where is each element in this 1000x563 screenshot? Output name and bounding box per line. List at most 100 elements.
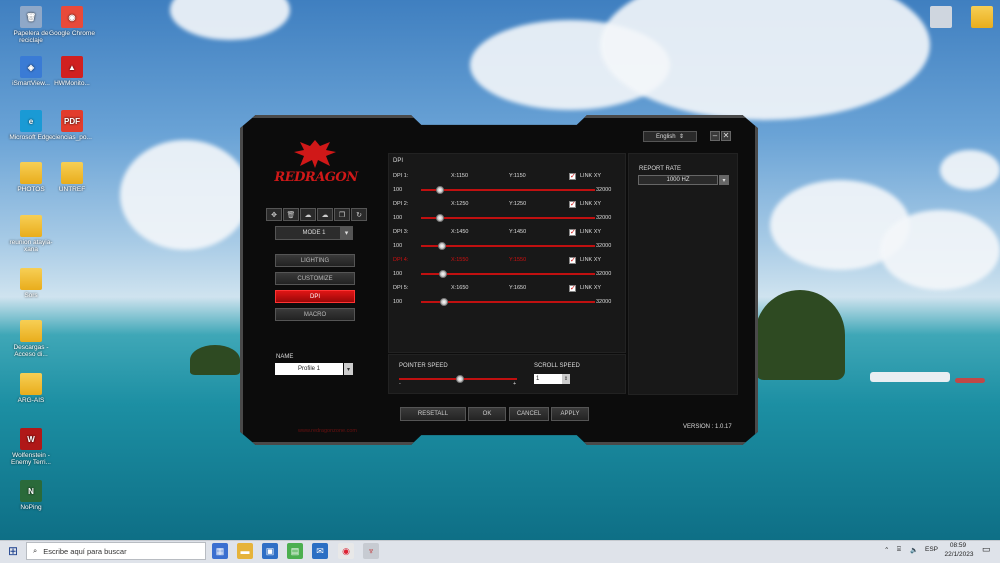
profile-toolbar: ✥ 🗑 ☁ ☁ ❐ ↻	[266, 208, 367, 221]
dpi-slider-knob[interactable]	[435, 186, 444, 194]
chevron-down-icon[interactable]: ▾	[340, 226, 353, 240]
windows-start-icon[interactable]: ⊞	[6, 544, 20, 558]
search-icon: ⌕	[33, 546, 38, 555]
minimize-icon[interactable]: –	[710, 131, 720, 141]
dpi-x-value: X:1150	[451, 173, 469, 179]
dpi-slider-track[interactable]	[421, 273, 595, 275]
profile-name-select[interactable]: Profile 1	[275, 363, 343, 375]
desktop-shortcut[interactable]: ▲ HWMonito...	[46, 56, 98, 87]
search-placeholder: Escribe aquí para buscar	[43, 546, 127, 556]
desktop-shortcut[interactable]: reunion atayia-xana	[5, 215, 57, 253]
chevron-down-icon[interactable]: ▾	[344, 363, 353, 375]
desktop-shortcut[interactable]: ◉ Google Chrome	[46, 6, 98, 37]
speed-panel	[388, 354, 626, 394]
dpi-row-label: DPI 3:	[393, 229, 409, 235]
link-xy-label: LINK XY	[580, 229, 602, 235]
icon-glyph: N	[28, 486, 34, 496]
link-xy-checkbox[interactable]: ✓	[569, 285, 576, 292]
scroll-speed-input[interactable]: 1	[534, 374, 562, 384]
language-select[interactable]: English ⇕	[643, 131, 697, 142]
close-icon[interactable]: ✕	[721, 131, 731, 141]
clock-date[interactable]: 22/1/2023	[941, 551, 977, 558]
desktop-shortcut-label: HWMonito...	[54, 80, 90, 87]
dpi-slider-track[interactable]	[421, 189, 595, 191]
dpi-y-value: Y:1550	[509, 257, 527, 263]
dpi-max-label: 32000	[596, 271, 612, 277]
link-xy-checkbox[interactable]: ✓	[569, 201, 576, 208]
desktop-shortcut-label: NoPing	[20, 504, 42, 511]
dpi-y-value: Y:1250	[509, 201, 527, 207]
notification-icon[interactable]: ▭	[982, 544, 991, 555]
apply-button[interactable]: APPLY	[551, 407, 589, 421]
tray-chevron-icon[interactable]: ⌃	[884, 546, 889, 554]
language-value: English	[655, 133, 676, 140]
ismartview-icon: ◈	[20, 56, 42, 78]
dpi-slider-track[interactable]	[421, 217, 595, 219]
icon-glyph: 🗑	[25, 12, 37, 22]
report-rate-select[interactable]: 1000 HZ	[638, 175, 718, 185]
volume-icon[interactable]: 🔈	[910, 546, 918, 554]
brand-logo-text: REDRAGON	[274, 170, 358, 185]
dpi-slider-knob[interactable]	[438, 270, 447, 278]
cloud-upload-icon[interactable]: ☁	[300, 208, 316, 221]
reset-icon[interactable]: ↻	[351, 208, 367, 221]
website-link[interactable]: www.redragonzone.com	[298, 428, 357, 434]
cloud-download-icon[interactable]: ☁	[317, 208, 333, 221]
desktop-shortcut[interactable]: N NoPing	[5, 480, 57, 511]
dpi-slider-knob[interactable]	[439, 298, 448, 306]
language-indicator[interactable]: ESP	[925, 546, 938, 553]
clock-time[interactable]: 08:59	[946, 542, 970, 549]
icon-glyph: ◈	[27, 62, 35, 72]
mail-icon[interactable]: ✉	[312, 543, 328, 559]
icon-glyph: ▲	[68, 62, 76, 72]
desktop-shortcut[interactable]: W Wolfenstein - Enemy Terri...	[5, 428, 57, 466]
dpi-max-label: 32000	[596, 243, 612, 249]
nav-macro-button[interactable]: MACRO	[275, 308, 355, 321]
task-view-icon[interactable]: ▦	[212, 543, 228, 559]
desktop-shortcut-label: Descargas - Acceso di...	[13, 344, 49, 358]
desktop-shortcut[interactable]: UNTREF	[46, 162, 98, 193]
delete-icon[interactable]: 🗑	[283, 208, 299, 221]
desktop-shortcut-label: Wolfenstein - Enemy Terri...	[11, 452, 51, 466]
desktop-shortcut-label: reunion atayia-xana	[9, 239, 53, 253]
desktop-shortcut-label: ARG-AIS	[17, 397, 45, 404]
link-xy-checkbox[interactable]: ✓	[569, 173, 576, 180]
desktop-shortcut[interactable]: Descargas - Acceso di...	[5, 320, 57, 358]
file-explorer-icon[interactable]: ▬	[237, 543, 253, 559]
link-xy-checkbox[interactable]: ✓	[569, 257, 576, 264]
hwmonitor-icon: ▲	[61, 56, 83, 78]
folder-icon	[61, 162, 83, 184]
nav-dpi-button[interactable]: DPI	[275, 290, 355, 303]
copy-icon[interactable]: ❐	[334, 208, 350, 221]
taskbar-search[interactable]: ⌕ Escribe aquí para buscar	[26, 542, 206, 560]
dpi-slider-track[interactable]	[421, 245, 595, 247]
redragon-taskbar-icon[interactable]: ♆	[363, 543, 379, 559]
store-icon[interactable]: ▣	[262, 543, 278, 559]
network-icon[interactable]: ⌸	[897, 546, 901, 554]
desktop-shortcut[interactable]: ARG-AIS	[5, 373, 57, 404]
dpi-panel	[388, 153, 626, 353]
link-xy-label: LINK XY	[580, 201, 602, 207]
desktop-shortcut[interactable]: Sors	[5, 268, 57, 299]
report-rate-panel	[628, 153, 738, 395]
dpi-min-label: 100	[393, 299, 403, 305]
nav-lighting-button[interactable]: LIGHTING	[275, 254, 355, 267]
chrome-icon[interactable]: ◉	[338, 543, 354, 559]
link-xy-checkbox[interactable]: ✓	[569, 229, 576, 236]
dpi-row-label: DPI 1:	[393, 173, 409, 179]
resetall-button[interactable]: RESETALL	[400, 407, 466, 421]
spinner-icon[interactable]: ⇕	[562, 374, 570, 384]
version-text: VERSION : 1.0.17	[683, 424, 732, 430]
desktop-shortcut[interactable]: PDF ciencias_po...	[46, 110, 98, 141]
dpi-slider-knob[interactable]	[438, 242, 447, 250]
cancel-button[interactable]: CANCEL	[509, 407, 549, 421]
ok-button[interactable]: OK	[468, 407, 506, 421]
desktop-shortcut[interactable]	[956, 6, 1000, 30]
move-icon[interactable]: ✥	[266, 208, 282, 221]
nav-customize-button[interactable]: CUSTOMIZE	[275, 272, 355, 285]
noping-icon: N	[20, 480, 42, 502]
photos-icon[interactable]: ▤	[287, 543, 303, 559]
folder-icon	[20, 215, 42, 237]
dpi-max-label: 32000	[596, 215, 612, 221]
chevron-down-icon[interactable]: ▾	[719, 175, 729, 185]
